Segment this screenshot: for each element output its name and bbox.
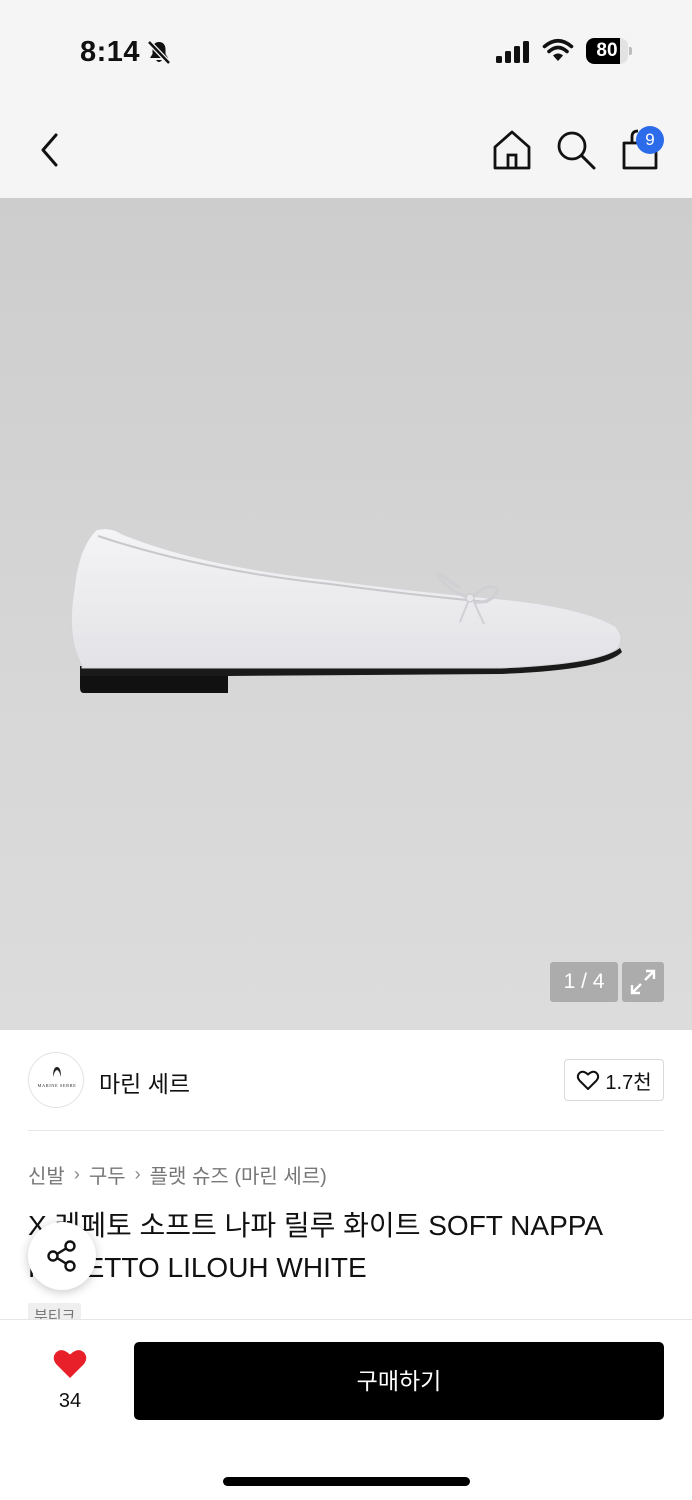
breadcrumb-item-flat-shoes[interactable]: 플랫 슈즈 (마린 세르): [150, 1160, 327, 1189]
top-nav-bar: 9: [0, 100, 692, 198]
brand-logo[interactable]: MARINE SERRE: [28, 1052, 84, 1108]
heart-filled-icon: [53, 1350, 87, 1378]
product-image-gallery[interactable]: 1 / 4: [0, 198, 692, 1030]
bell-off-icon: [147, 40, 171, 65]
home-icon: [493, 130, 531, 170]
brand-like-button[interactable]: 1.7천: [564, 1059, 664, 1101]
breadcrumb-item-shoes[interactable]: 신발: [28, 1160, 65, 1189]
battery-indicator: 80: [586, 38, 632, 64]
image-counter: 1 / 4: [550, 962, 618, 1002]
divider: [28, 1130, 664, 1131]
home-button[interactable]: [490, 128, 534, 172]
brand-name[interactable]: 마린 세르: [99, 1065, 190, 1099]
share-icon: [47, 1240, 76, 1272]
search-button[interactable]: [554, 128, 598, 172]
wifi-icon: [542, 38, 574, 61]
wishlist-count: 34: [58, 1390, 82, 1412]
expand-icon: [630, 969, 656, 995]
crescent-moon-icon: [53, 1067, 61, 1077]
breadcrumb-item-dress-shoes[interactable]: 구두: [89, 1160, 126, 1189]
brand-row[interactable]: MARINE SERRE 마린 세르 1.7천: [28, 1052, 664, 1110]
signal-icon: [496, 41, 529, 63]
battery-level-text: 80: [596, 40, 618, 61]
chevron-right-icon: ›: [134, 1164, 141, 1184]
buy-button[interactable]: 구매하기: [134, 1342, 664, 1420]
status-time: 8:14: [80, 36, 141, 68]
cart-count-badge: 9: [636, 126, 664, 154]
chevron-left-icon: [41, 133, 58, 167]
back-button[interactable]: [30, 128, 70, 172]
chevron-right-icon: ›: [73, 1164, 80, 1184]
brand-like-count: 1.7천: [605, 1071, 652, 1094]
status-bar: 8:14 80: [0, 0, 692, 100]
share-button[interactable]: [28, 1222, 96, 1290]
product-photo-shoe: [70, 528, 622, 693]
bottom-action-bar: 34 구매하기: [0, 1319, 692, 1500]
search-icon: [557, 131, 596, 170]
wishlist-button[interactable]: 34: [40, 1342, 100, 1414]
breadcrumb: 신발 › 구두 › 플랫 슈즈 (마린 세르): [28, 1160, 327, 1189]
cart-button[interactable]: 9: [618, 124, 664, 172]
expand-image-button[interactable]: [622, 962, 664, 1002]
product-title: X 레페토 소프트 나파 릴루 화이트 SOFT NAPPA REPETTO L…: [28, 1210, 602, 1283]
home-indicator: [223, 1477, 470, 1486]
product-detail-page: 8:14 80 9 1 / 4 MARINE SERRE 마린 세르 1.7천 …: [0, 0, 692, 1500]
brand-logo-text: MARINE SERRE: [37, 1083, 77, 1088]
heart-outline-icon: [577, 1070, 600, 1090]
